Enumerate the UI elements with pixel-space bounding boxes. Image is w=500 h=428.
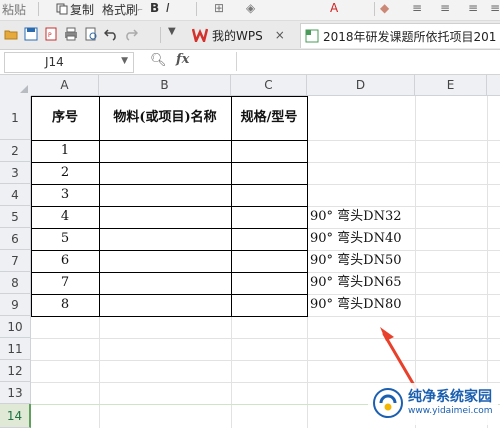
cell-b1[interactable]: 物料(或项目)名称 xyxy=(99,96,231,140)
paste-button[interactable]: 粘贴 xyxy=(2,1,26,18)
ribbon-toolbar: 粘贴 复制 格式刷 ⌐ B I ⊞ ◈ A ◆ ≡ ≡ ≡ ≡ xyxy=(0,0,500,21)
spreadsheet-grid: A B C D E 1 2 3 4 5 6 7 8 9 10 11 12 13 … xyxy=(0,75,500,428)
align-left-icon[interactable]: ≡ xyxy=(412,1,422,15)
cell-a3[interactable]: 2 xyxy=(31,162,99,184)
row-header-8[interactable]: 8 xyxy=(0,272,31,294)
border-icon[interactable]: ⊞ xyxy=(214,1,224,15)
row-header-10[interactable]: 10 xyxy=(0,316,31,338)
copy-icon xyxy=(56,3,68,15)
row-header-9[interactable]: 9 xyxy=(0,294,31,316)
cell-a8[interactable]: 7 xyxy=(31,272,99,294)
cell-a6[interactable]: 5 xyxy=(31,228,99,250)
tabbar-separator xyxy=(160,27,161,43)
italic-icon[interactable]: I xyxy=(166,1,170,15)
row-header-5[interactable]: 5 xyxy=(0,206,31,228)
close-tab-icon[interactable]: × xyxy=(275,28,285,42)
cell-a4[interactable]: 3 xyxy=(31,184,99,206)
row-header-4[interactable]: 4 xyxy=(0,184,31,206)
tab-my-wps[interactable]: 我的WPS × xyxy=(186,23,294,47)
watermark-logo-icon xyxy=(373,388,403,418)
cell-d6[interactable]: 90° 弯头DN40 xyxy=(310,228,414,250)
format-painter-button[interactable]: 格式刷 xyxy=(102,1,138,18)
cell-a2[interactable]: 1 xyxy=(31,140,99,162)
column-header-b[interactable]: B xyxy=(99,75,231,96)
cell-a7[interactable]: 6 xyxy=(31,250,99,272)
ribbon-separator xyxy=(196,2,197,16)
tab-bar: P ▼ 我的WPS × 2018年研发课题所依托项目201 xyxy=(0,21,500,50)
column-header-f[interactable] xyxy=(487,75,500,96)
cell-a1[interactable]: 序号 xyxy=(31,96,99,140)
column-header-c[interactable]: C xyxy=(231,75,307,96)
clipboard-launcher-icon[interactable]: ⌐ xyxy=(137,6,143,14)
cell-d7[interactable]: 90° 弯头DN50 xyxy=(310,250,414,272)
copy-button[interactable]: 复制 xyxy=(70,1,94,18)
cell-c1[interactable]: 规格/型号 xyxy=(231,96,307,140)
print-icon[interactable] xyxy=(64,27,78,41)
align-right-icon[interactable]: ≡ xyxy=(468,1,478,15)
cell-a9[interactable]: 8 xyxy=(31,294,99,316)
align-justify-icon[interactable]: ≡ xyxy=(490,1,500,15)
tab-document[interactable]: 2018年研发课题所依托项目201 xyxy=(300,23,500,48)
save-icon[interactable] xyxy=(24,27,38,41)
cell-a5[interactable]: 4 xyxy=(31,206,99,228)
row-header-6[interactable]: 6 xyxy=(0,228,31,250)
row-header-2[interactable]: 2 xyxy=(0,140,31,162)
tab-label: 我的WPS xyxy=(212,28,263,43)
row-header-14[interactable]: 14 xyxy=(0,404,31,428)
formula-input[interactable] xyxy=(236,52,499,71)
ribbon-separator xyxy=(374,2,375,16)
align-center-icon[interactable]: ≡ xyxy=(440,1,450,15)
formula-bar: J14 ▼ 🔍︎ fx xyxy=(0,50,500,75)
font-color-icon[interactable]: A xyxy=(330,1,338,15)
spreadsheet-file-icon xyxy=(305,29,319,43)
redo-icon[interactable] xyxy=(124,27,138,41)
name-box[interactable]: J14 ▼ xyxy=(4,52,134,73)
chevron-down-icon[interactable]: ▼ xyxy=(121,56,128,66)
export-pdf-icon[interactable]: P xyxy=(44,27,58,41)
row-header-7[interactable]: 7 xyxy=(0,250,31,272)
gridlines xyxy=(31,96,500,428)
watermark-title: 纯净系统家园 xyxy=(408,389,492,405)
fill-color-icon[interactable]: ◈ xyxy=(246,1,255,15)
row-header-11[interactable]: 11 xyxy=(0,338,31,360)
row-header-1[interactable]: 1 xyxy=(0,96,31,140)
column-header-a[interactable]: A xyxy=(31,75,99,96)
row-header-3[interactable]: 3 xyxy=(0,162,31,184)
watermark: 纯净系统家园 www.yidaimei.com xyxy=(368,383,498,425)
cell-d5[interactable]: 90° 弯头DN32 xyxy=(310,206,414,228)
svg-text:P: P xyxy=(48,32,52,39)
cell-d8[interactable]: 90° 弯头DN65 xyxy=(310,272,414,294)
tab-label: 2018年研发课题所依托项目201 xyxy=(323,29,497,44)
watermark-url: www.yidaimei.com xyxy=(408,406,493,416)
ribbon-separator xyxy=(38,2,39,16)
customize-toolbar-dropdown[interactable]: ▼ xyxy=(168,26,176,37)
select-all-corner[interactable] xyxy=(0,75,32,97)
cell-d9[interactable]: 90° 弯头DN80 xyxy=(310,294,414,316)
wps-logo-icon xyxy=(192,28,208,42)
name-box-value: J14 xyxy=(45,55,64,69)
column-header-d[interactable]: D xyxy=(307,75,415,96)
zoom-icon[interactable]: 🔍︎ xyxy=(150,53,167,68)
bold-icon[interactable]: B xyxy=(150,1,159,15)
undo-icon[interactable] xyxy=(104,27,118,41)
row-header-12[interactable]: 12 xyxy=(0,360,31,382)
select-all-triangle-icon xyxy=(20,85,28,93)
print-preview-icon[interactable] xyxy=(84,27,98,41)
column-header-e[interactable]: E xyxy=(415,75,487,96)
row-header-13[interactable]: 13 xyxy=(0,382,31,404)
open-folder-icon[interactable] xyxy=(4,27,18,41)
insert-function-icon[interactable]: fx xyxy=(176,52,189,67)
clear-icon[interactable]: ◆ xyxy=(380,1,389,15)
